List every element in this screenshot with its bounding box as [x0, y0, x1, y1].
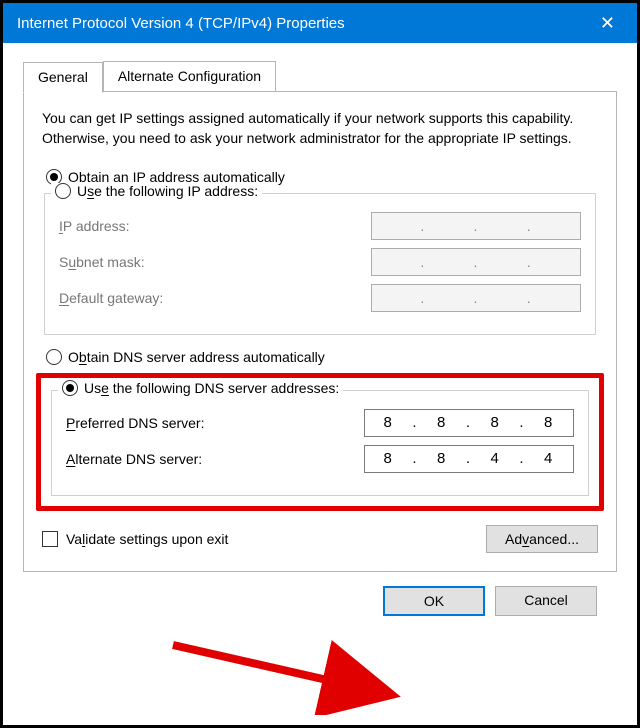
tabstrip: General Alternate Configuration [23, 61, 617, 92]
radio-ip-manual-label: Use the following IP address: [77, 183, 258, 199]
subnet-label: Subnet mask: [59, 254, 145, 270]
arrow-annotation [163, 635, 443, 715]
dialog-buttons: OK Cancel [23, 572, 617, 616]
intro-text: You can get IP settings assigned automat… [42, 108, 598, 149]
footer-row: Validate settings upon exit Advanced... [42, 525, 598, 553]
advanced-button[interactable]: Advanced... [486, 525, 598, 553]
ip-address-label: IP address: [59, 218, 130, 234]
client-area: General Alternate Configuration You can … [3, 43, 637, 632]
checkbox-icon [42, 531, 58, 547]
titlebar: Internet Protocol Version 4 (TCP/IPv4) P… [3, 3, 637, 43]
dns-highlight: Use the following DNS server addresses: … [36, 373, 604, 511]
radio-icon [46, 349, 62, 365]
alternate-dns-label: Alternate DNS server: [66, 451, 202, 467]
radio-icon [55, 183, 71, 199]
dns-group: Use the following DNS server addresses: … [51, 390, 589, 496]
radio-dns-auto[interactable]: Obtain DNS server address automatically [46, 349, 598, 365]
close-icon[interactable]: ✕ [592, 13, 623, 34]
tab-content: You can get IP settings assigned automat… [23, 91, 617, 572]
radio-dns-auto-label: Obtain DNS server address automatically [68, 349, 325, 365]
radio-icon [62, 380, 78, 396]
window-title: Internet Protocol Version 4 (TCP/IPv4) P… [17, 15, 345, 32]
subnet-input: ... [371, 248, 581, 276]
ok-button[interactable]: OK [383, 586, 485, 616]
cancel-button[interactable]: Cancel [495, 586, 597, 616]
radio-dns-manual[interactable]: Use the following DNS server addresses: [58, 380, 343, 396]
tab-alternate[interactable]: Alternate Configuration [103, 61, 276, 92]
radio-dns-manual-label: Use the following DNS server addresses: [84, 380, 339, 396]
ip-address-input: ... [371, 212, 581, 240]
alternate-dns-input[interactable]: 8. 8. 4. 4 [364, 445, 574, 473]
validate-checkbox[interactable]: Validate settings upon exit [42, 531, 228, 547]
validate-label: Validate settings upon exit [66, 531, 228, 547]
ip-group: Use the following IP address: IP address… [44, 193, 596, 335]
gateway-label: Default gateway: [59, 290, 163, 306]
radio-ip-manual[interactable]: Use the following IP address: [51, 183, 262, 199]
preferred-dns-input[interactable]: 8. 8. 8. 8 [364, 409, 574, 437]
gateway-input: ... [371, 284, 581, 312]
preferred-dns-label: Preferred DNS server: [66, 415, 205, 431]
tab-general[interactable]: General [23, 62, 103, 93]
